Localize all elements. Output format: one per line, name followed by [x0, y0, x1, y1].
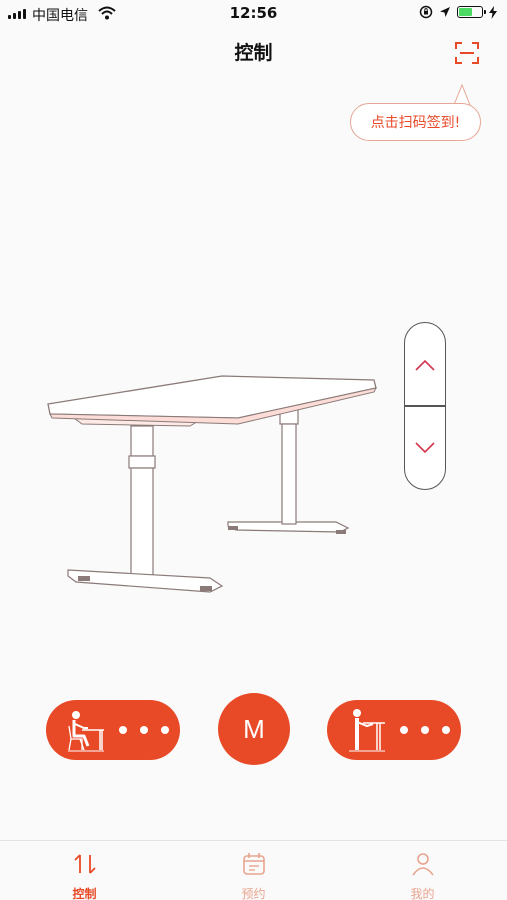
chevron-down-icon [415, 441, 435, 453]
scan-checkin-tooltip[interactable]: 点击扫码签到! [350, 103, 481, 141]
calendar-icon [242, 853, 265, 875]
sitting-person-icon [68, 711, 104, 752]
battery-level [459, 8, 472, 16]
scan-icon[interactable] [452, 38, 482, 68]
stand-preset-button[interactable] [327, 700, 461, 760]
sit-preset-dots [119, 726, 169, 734]
location-icon [440, 7, 450, 17]
standing-person-icon [349, 709, 385, 752]
memory-button[interactable]: M [218, 693, 290, 765]
standing-desk-illustration [47, 375, 377, 593]
person-icon [411, 853, 434, 876]
chevron-up-icon [415, 359, 435, 371]
status-right-group [419, 5, 497, 19]
height-adjust-control [404, 322, 446, 490]
tab-profile-label: 我的 [410, 887, 435, 900]
tab-control-label: 控制 [72, 887, 97, 900]
tab-booking[interactable]: 预约 [169, 841, 338, 900]
battery-icon [457, 6, 486, 18]
app-screen: 中国电信 12:56 控制 点击扫码签到! M 控制 预约 我的 [0, 0, 507, 900]
tab-booking-label: 预约 [241, 887, 266, 900]
orientation-lock-icon [419, 5, 433, 19]
stand-preset-dots [400, 726, 450, 734]
tab-control[interactable]: 控制 [0, 841, 169, 900]
status-bar: 中国电信 12:56 [0, 0, 507, 28]
sit-preset-button[interactable] [46, 700, 180, 760]
charging-bolt-icon [489, 5, 497, 19]
updown-arrows-icon [73, 854, 96, 874]
raise-desk-button[interactable] [405, 323, 445, 406]
page-title: 控制 [234, 42, 273, 64]
tab-profile[interactable]: 我的 [338, 841, 507, 900]
lower-desk-button[interactable] [405, 406, 445, 489]
tab-bar: 控制 预约 我的 [0, 840, 507, 900]
